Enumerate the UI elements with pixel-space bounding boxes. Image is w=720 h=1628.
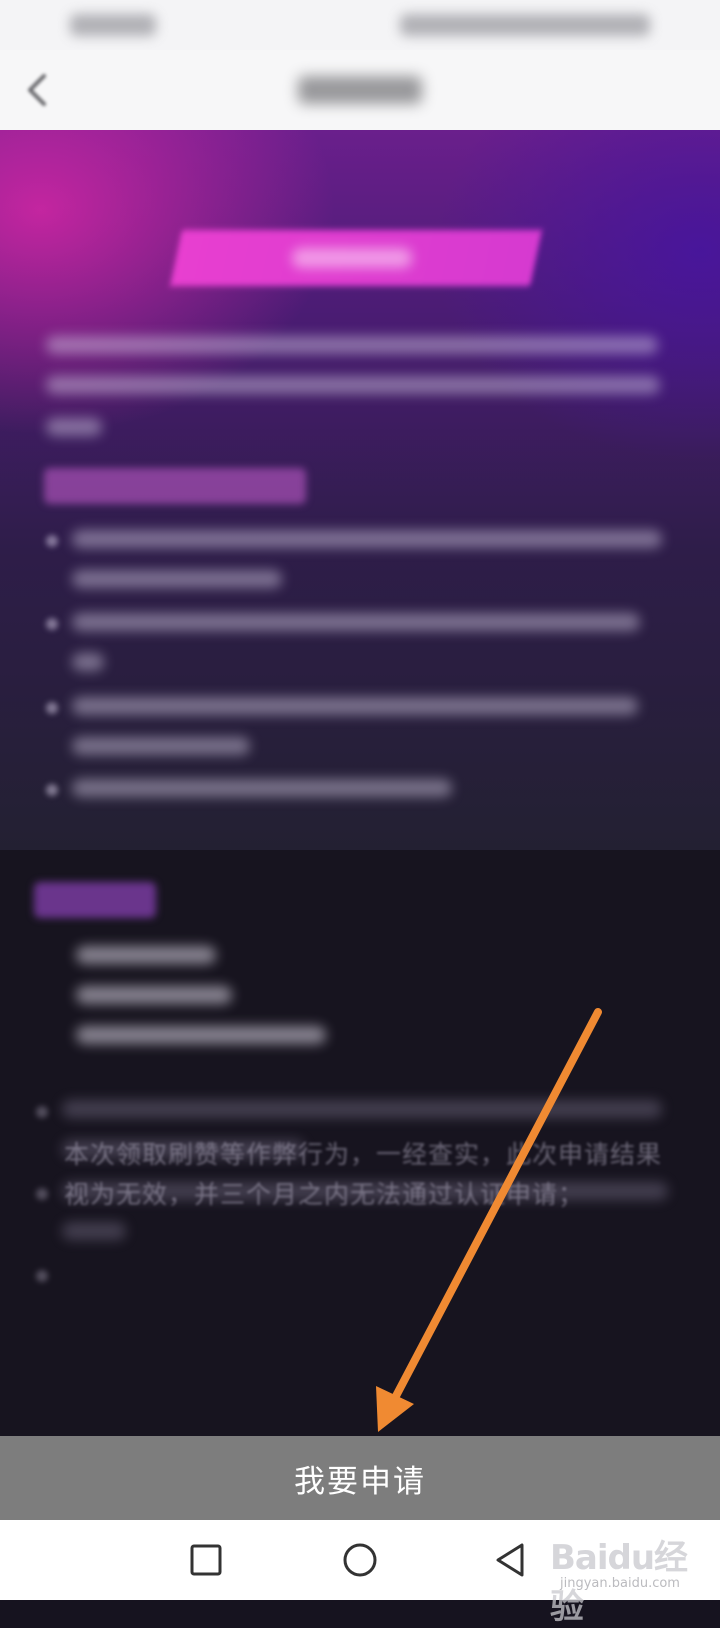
- requirement-line: [76, 986, 232, 1004]
- bullet-line: [72, 779, 452, 797]
- bullet-dot: [46, 535, 58, 547]
- blurred-content: [0, 130, 720, 1436]
- status-time-blur: [70, 14, 156, 36]
- intro-line: [46, 336, 658, 354]
- bullet-dot: [36, 1188, 48, 1200]
- bullet-line: [72, 697, 638, 715]
- triangle-back-icon[interactable]: [492, 1540, 532, 1580]
- back-chevron-icon[interactable]: [18, 70, 58, 110]
- status-bar: [0, 0, 720, 50]
- rule-line: [62, 1100, 662, 1118]
- baidu-watermark: Baidu经验 jingyan.baidu.com: [548, 1530, 718, 1627]
- section-tag-blurred: [34, 882, 156, 918]
- banner-text-blur: [292, 248, 412, 268]
- status-icons-blur: [400, 14, 650, 36]
- bullet-line: [72, 653, 104, 671]
- bullet-line: [72, 530, 662, 548]
- rule-text-blurred: 本次领取刷赞等作弊行为，一经查实，此次申请结果视为无效，并三个月之内无法通过认证…: [64, 1140, 663, 1209]
- bullet-dot: [46, 618, 58, 630]
- square-icon[interactable]: [186, 1540, 226, 1580]
- section-tag-blurred: [44, 468, 306, 504]
- bullet-line: [72, 570, 282, 588]
- bullet-dot: [36, 1106, 48, 1118]
- requirement-line: [76, 946, 216, 964]
- rule-line: [62, 1222, 126, 1240]
- intro-line: [46, 418, 102, 436]
- requirement-line: [76, 1026, 326, 1044]
- watermark-url: jingyan.baidu.com: [560, 1576, 680, 1591]
- app-header: [0, 50, 720, 130]
- bullet-dot: [46, 702, 58, 714]
- bullet-line: [72, 737, 250, 755]
- apply-button[interactable]: 我要申请: [0, 1436, 720, 1520]
- bullet-dot: [46, 784, 58, 796]
- bullet-dot: [36, 1270, 48, 1282]
- circle-icon[interactable]: [340, 1540, 380, 1580]
- intro-line: [46, 376, 660, 394]
- bullet-line: [72, 613, 640, 631]
- page-title-blurred: [298, 76, 422, 104]
